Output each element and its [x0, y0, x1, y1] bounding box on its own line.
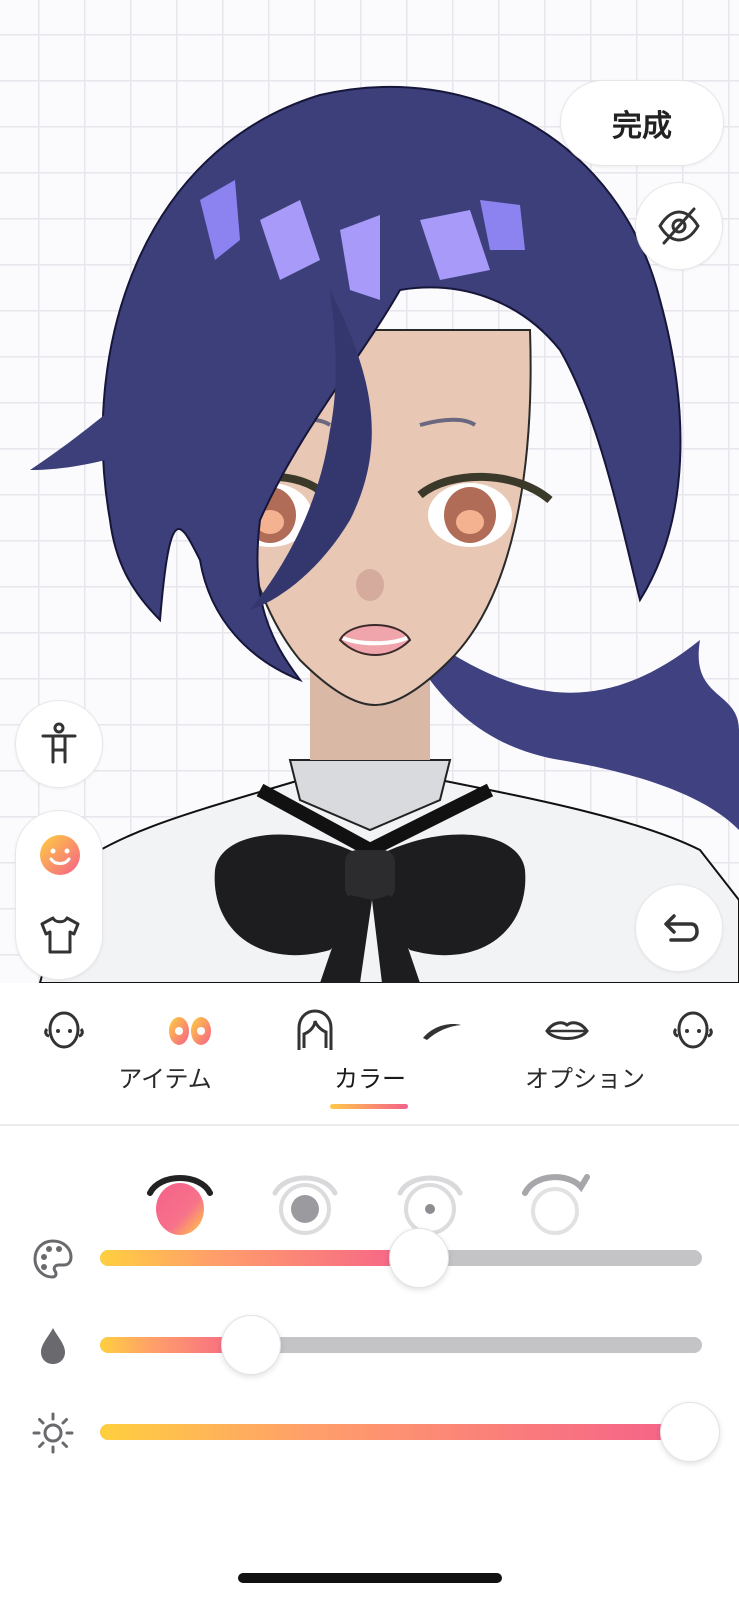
shirt-icon — [40, 916, 80, 954]
part-face-2-button[interactable] — [663, 1001, 723, 1061]
avatar-canvas[interactable]: 完成 — [0, 0, 739, 983]
saturation-slider-row — [0, 1315, 739, 1375]
tab-items[interactable]: アイテム — [100, 1061, 230, 1105]
editor-panel: アイテム カラー オプション — [0, 983, 739, 1600]
saturation-slider-thumb[interactable] — [220, 1315, 281, 1375]
hue-slider-thumb[interactable] — [389, 1228, 450, 1288]
divider — [0, 1124, 739, 1126]
saturation-slider-track[interactable] — [100, 1337, 702, 1353]
face-outline-icon — [673, 1011, 713, 1049]
part-hair-button[interactable] — [285, 1001, 345, 1061]
droplet-icon — [30, 1323, 76, 1369]
tab-bar: アイテム カラー オプション — [0, 1061, 739, 1105]
face-outline-icon — [44, 1011, 84, 1049]
home-indicator — [238, 1573, 502, 1583]
palette-icon — [30, 1236, 76, 1282]
part-selector — [0, 1001, 739, 1061]
eyebrow-icon — [423, 1024, 461, 1040]
face-mode-button[interactable] — [16, 815, 104, 895]
body-button[interactable] — [15, 700, 103, 788]
tab-options[interactable]: オプション — [505, 1061, 665, 1105]
clothing-mode-button[interactable] — [16, 895, 104, 975]
body-icon — [41, 722, 77, 764]
brightness-slider-row — [0, 1402, 739, 1462]
hair-icon — [297, 1009, 333, 1050]
part-mouth-button[interactable] — [537, 1001, 597, 1061]
active-tab-indicator — [330, 1104, 408, 1109]
hue-slider-row — [0, 1228, 739, 1288]
eye-off-icon — [658, 207, 700, 245]
edit-mode-group — [15, 810, 103, 980]
undo-button[interactable] — [635, 884, 723, 972]
eyes-icon — [169, 1017, 211, 1045]
brightness-slider-thumb[interactable] — [659, 1402, 720, 1462]
done-button[interactable]: 完成 — [560, 80, 724, 166]
sun-icon — [30, 1410, 76, 1456]
hide-ui-button[interactable] — [635, 182, 723, 270]
part-face-button[interactable] — [34, 1001, 94, 1061]
brightness-slider-track[interactable] — [100, 1424, 702, 1440]
tab-color[interactable]: カラー — [315, 1061, 425, 1105]
undo-icon — [664, 914, 699, 942]
mouth-icon — [545, 1021, 589, 1040]
face-smile-icon — [40, 835, 80, 875]
part-eyes-button[interactable] — [160, 1001, 220, 1061]
part-eyebrow-button[interactable] — [412, 1001, 472, 1061]
